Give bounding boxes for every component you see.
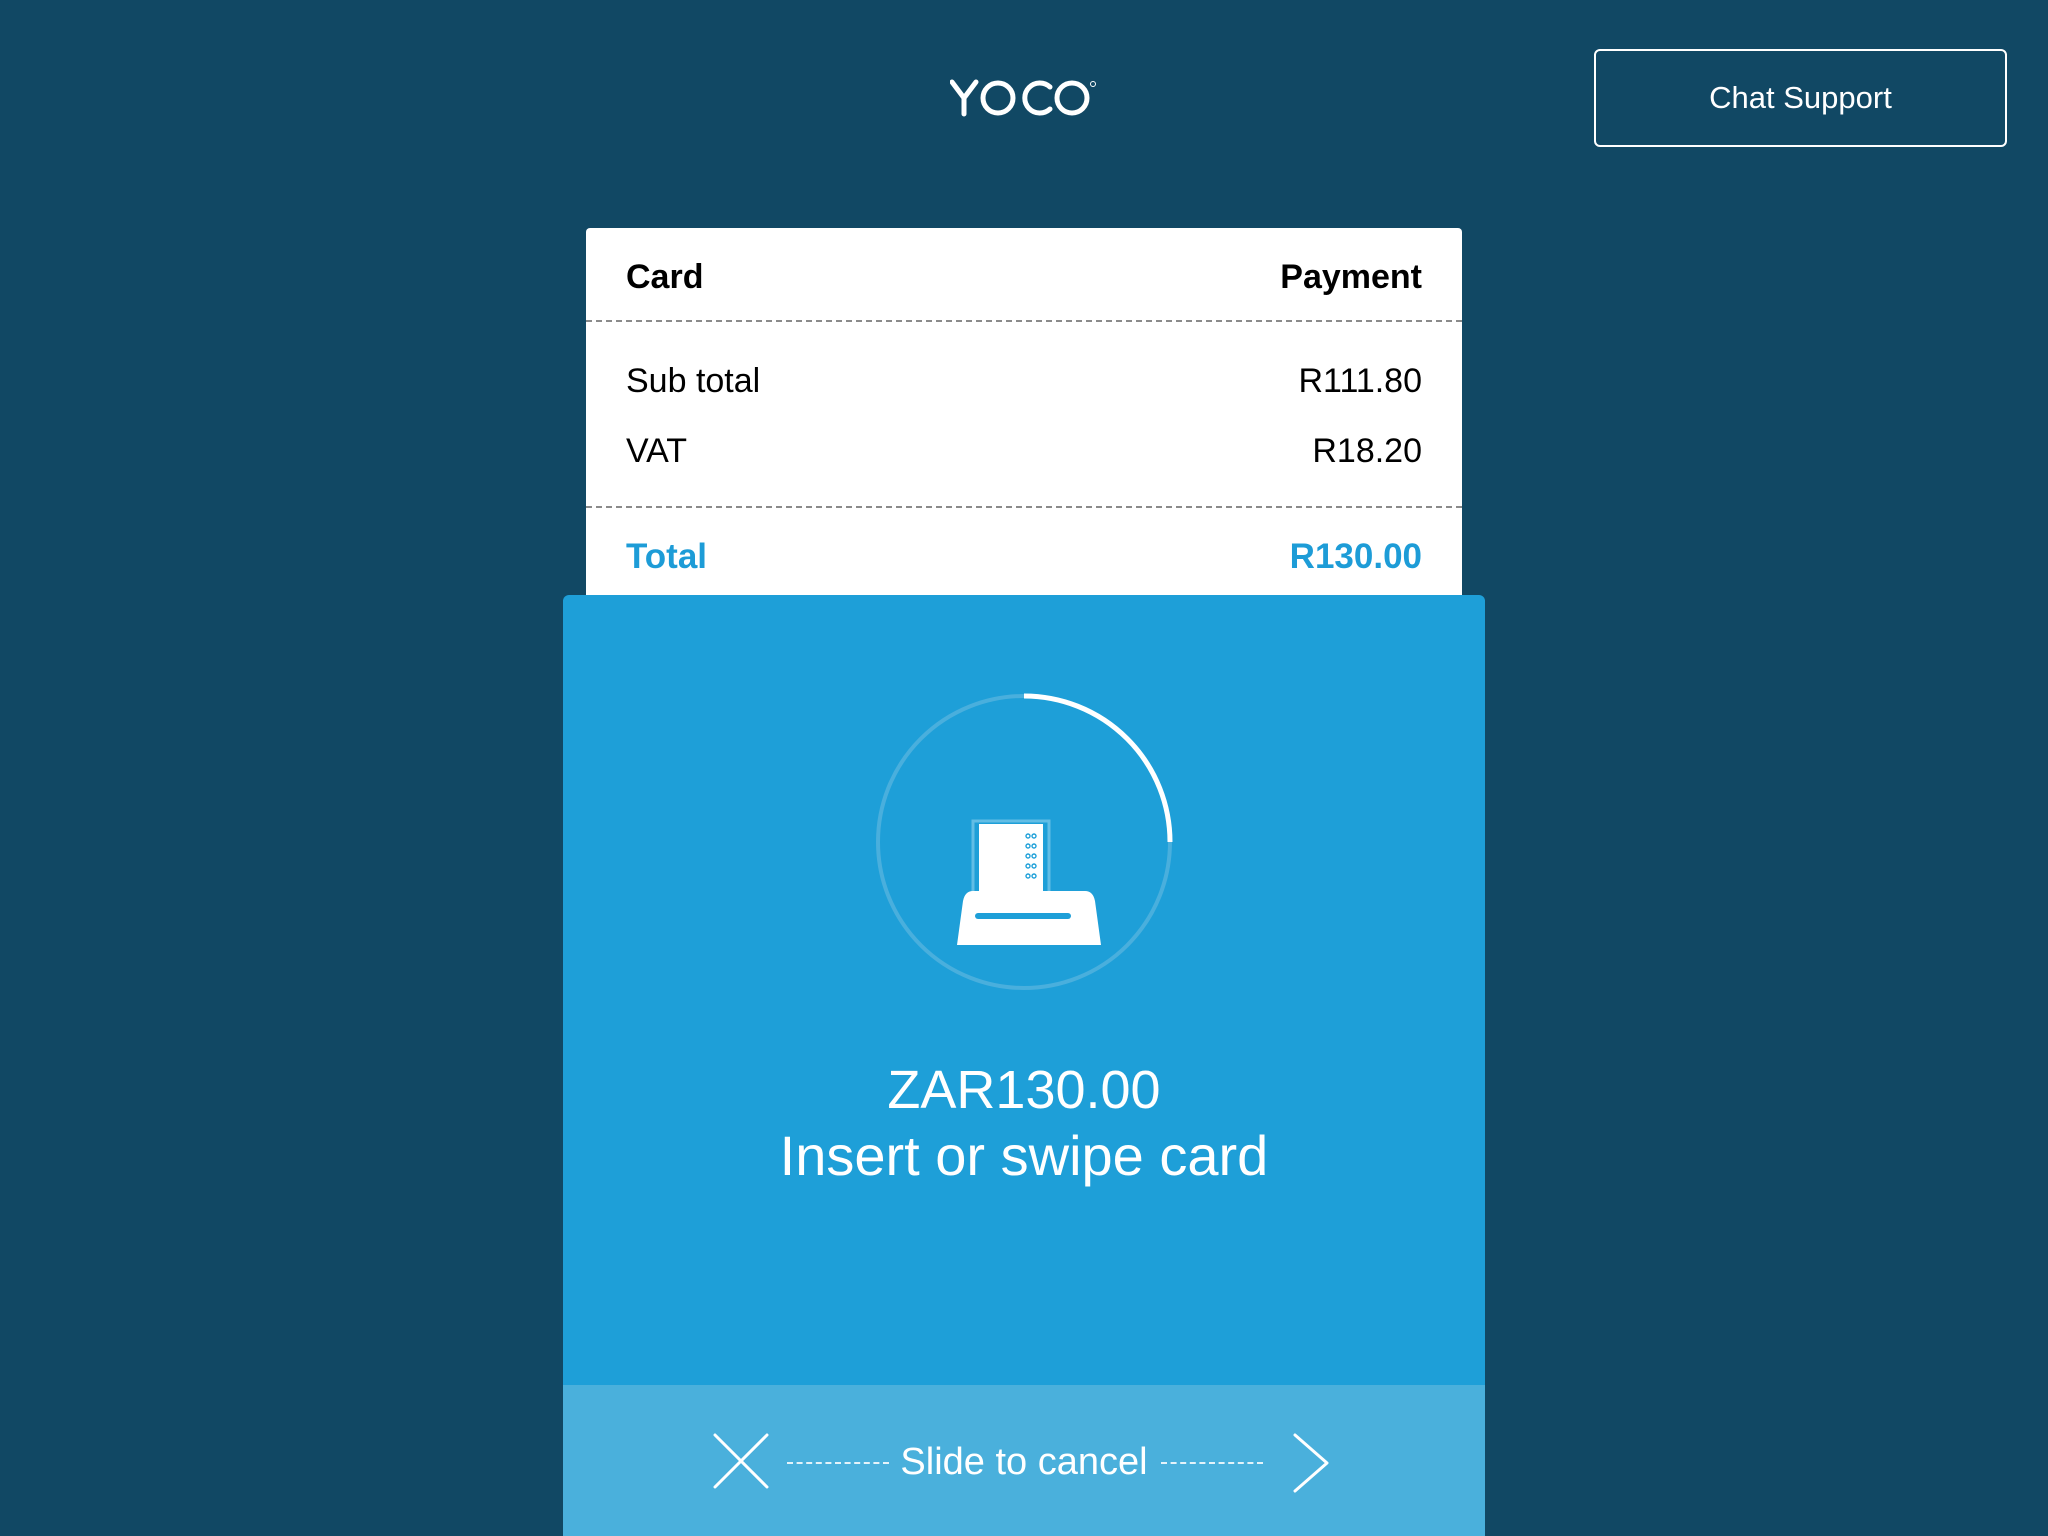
line-label: VAT [626,431,688,470]
line-value: R111.80 [1298,361,1423,400]
receipt-total: Total R130.00 [626,532,1422,582]
receipt-header: Card Payment [626,254,1422,300]
divider [586,506,1462,508]
progress-ring [876,693,1173,990]
card-reader-progress [873,691,1175,993]
dashed-track [1161,1462,1263,1464]
receipt-title-right: Payment [1280,257,1422,296]
receipt-card: Card Payment Sub total R111.80 VAT R18.2… [586,228,1462,608]
chat-support-button[interactable]: Chat Support [1594,49,2007,147]
line-label: Sub total [626,361,761,400]
slide-to-cancel-label: Slide to cancel [900,1441,1148,1483]
payment-amount: ZAR130.00 [887,1060,1161,1120]
payment-panel: ZAR130.00 Insert or swipe card Slide to … [563,595,1485,1536]
total-label: Total [626,537,708,576]
total-value: R130.00 [1289,537,1422,576]
payment-instruction: Insert or swipe card [779,1124,1269,1187]
line-value: R18.20 [1312,431,1422,470]
close-icon[interactable] [711,1431,771,1491]
slide-to-cancel[interactable]: Slide to cancel [563,1385,1485,1536]
yoco-logo [949,78,1098,118]
receipt-line-subtotal: Sub total R111.80 [626,358,1422,404]
divider [586,320,1462,322]
dashed-track [787,1462,889,1464]
receipt-title-left: Card [626,257,704,296]
chevron-right-icon[interactable] [1291,1431,1331,1495]
yoco-logo-mark [949,79,1096,117]
receipt-line-vat: VAT R18.20 [626,428,1422,474]
card-reader-icon [957,819,1101,945]
